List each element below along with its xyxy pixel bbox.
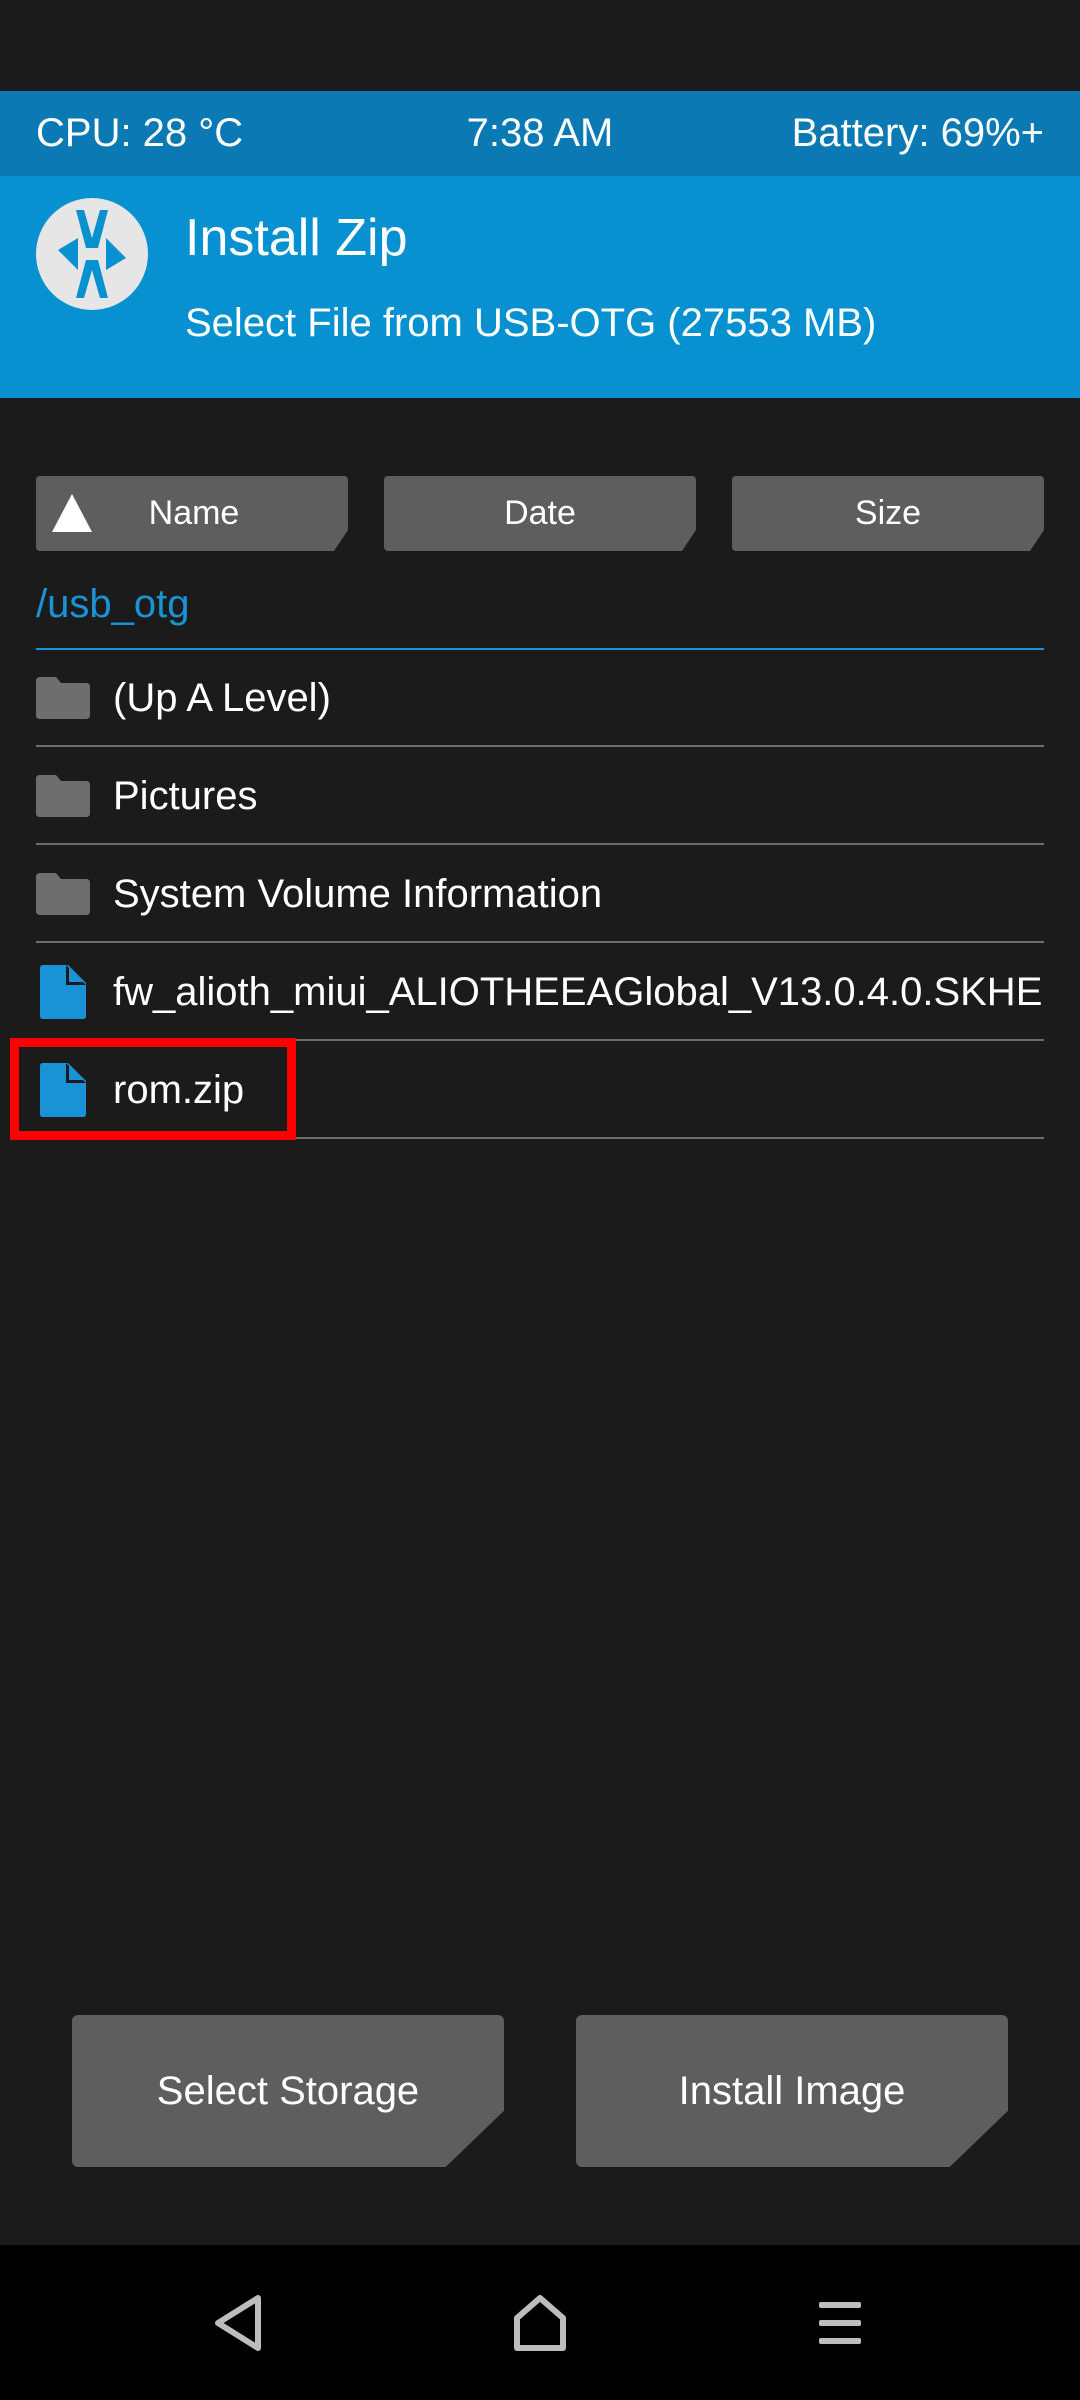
list-item-pictures[interactable]: Pictures [36, 747, 1044, 845]
menu-icon[interactable] [805, 2290, 875, 2356]
back-icon[interactable] [206, 2290, 276, 2356]
folder-icon [36, 775, 90, 817]
list-item-up-level[interactable]: (Up A Level) [36, 649, 1044, 747]
list-item-label: fw_alioth_miui_ALIOTHEEAGlobal_V13.0.4.0… [113, 970, 1044, 1014]
highlight-box [10, 1038, 296, 1140]
battery-status: Battery: 69%+ [791, 111, 1044, 155]
install-image-label: Install Image [678, 2068, 906, 2113]
list-item-label: (Up A Level) [113, 676, 331, 720]
select-storage-label: Select Storage [156, 2068, 420, 2113]
folder-icon [36, 677, 90, 719]
sort-size-button[interactable]: Size [732, 476, 1044, 551]
status-bar: CPU: 28 °C 7:38 AM Battery: 69%+ [0, 91, 1080, 176]
file-icon [40, 965, 86, 1019]
sort-ascending-icon [52, 494, 92, 532]
sort-date-button[interactable]: Date [384, 476, 696, 551]
header [0, 176, 1080, 398]
sort-size-label: Size [854, 494, 922, 532]
page-title: Install Zip [185, 209, 408, 267]
home-icon[interactable] [505, 2290, 575, 2356]
list-item-firmware-zip[interactable]: fw_alioth_miui_ALIOTHEEAGlobal_V13.0.4.0… [36, 943, 1044, 1041]
current-path: /usb_otg [36, 582, 190, 626]
sort-date-label: Date [504, 494, 576, 532]
install-image-button[interactable]: Install Image [576, 2015, 1008, 2167]
list-item-system-volume-information[interactable]: System Volume Information [36, 845, 1044, 943]
sort-name-label: Name [148, 494, 240, 532]
sort-name-button[interactable]: Name [36, 476, 348, 551]
twrp-logo-icon [36, 198, 148, 310]
page-subtitle: Select File from USB-OTG (27553 MB) [185, 301, 877, 345]
list-item-label: Pictures [113, 774, 258, 818]
folder-icon [36, 873, 90, 915]
list-item-label: System Volume Information [113, 872, 603, 916]
top-bar [0, 0, 1080, 91]
select-storage-button[interactable]: Select Storage [72, 2015, 504, 2167]
